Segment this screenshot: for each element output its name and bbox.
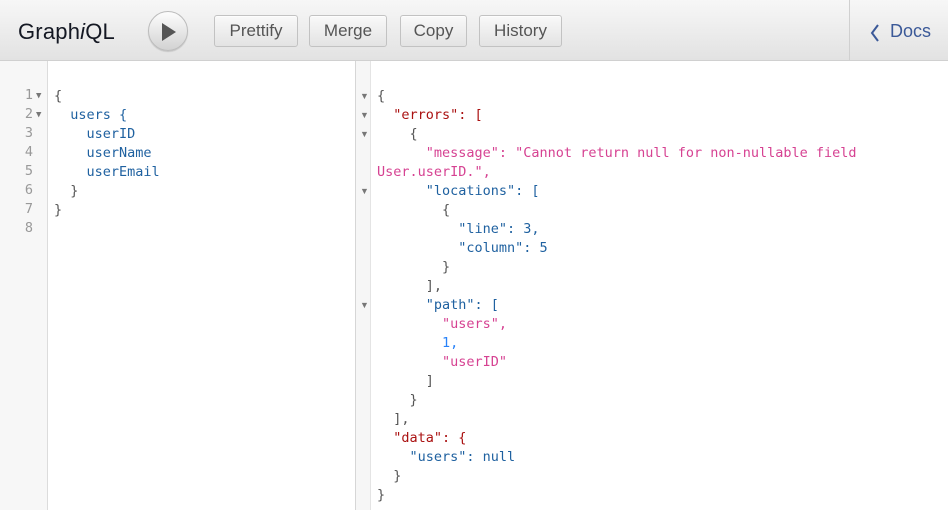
result-line: "userID": [377, 354, 508, 370]
code-line: }: [54, 183, 79, 199]
result-line: "users",: [377, 316, 508, 332]
result-line: "path": [: [377, 297, 499, 313]
history-button[interactable]: History: [479, 15, 562, 47]
logo-text-pre: Graph: [18, 19, 81, 44]
query-code: { users { userID userName userEmail } }: [54, 61, 160, 221]
fold-marker-icon[interactable]: ▼: [36, 91, 41, 101]
result-line: ],: [377, 278, 443, 294]
code-line: userEmail: [54, 164, 160, 180]
result-line: {: [377, 88, 386, 104]
line-number: 2: [24, 106, 33, 122]
docs-button[interactable]: Docs: [850, 0, 948, 61]
fold-marker-icon[interactable]: ▼: [360, 110, 369, 120]
code-line: users {: [54, 107, 128, 123]
code-line: userName: [54, 145, 152, 161]
query-editor[interactable]: 1 2 3 4 5 6 7 8 ▼ ▼ { users { userID use…: [0, 61, 355, 510]
result-line: {: [377, 126, 418, 142]
result-line: 1,: [377, 335, 459, 351]
logo-text-post: QL: [85, 19, 115, 44]
fold-marker-icon[interactable]: ▼: [360, 129, 369, 139]
prettify-button[interactable]: Prettify: [214, 15, 298, 47]
execute-query-button[interactable]: [148, 11, 188, 51]
line-number: 3: [24, 125, 33, 141]
code-line: userID: [54, 126, 136, 142]
play-icon: [162, 23, 176, 41]
merge-button[interactable]: Merge: [309, 15, 387, 47]
line-number: 5: [24, 163, 33, 179]
result-line: User.userID.",: [377, 164, 491, 180]
result-line: }: [377, 392, 418, 408]
result-line: {: [377, 202, 451, 218]
result-line: }: [377, 468, 402, 484]
line-number: 1: [24, 87, 33, 103]
chevron-left-icon: [870, 24, 879, 42]
copy-button[interactable]: Copy: [400, 15, 467, 47]
fold-marker-icon[interactable]: ▼: [360, 300, 369, 310]
result-line: ]: [377, 373, 434, 389]
result-line: ],: [377, 411, 410, 427]
result-line: "line": 3,: [377, 221, 540, 237]
docs-label: Docs: [890, 21, 932, 41]
result-viewer: { "errors": [ { "message": "Cannot retur…: [371, 61, 948, 510]
toolbar: GraphiQL Prettify Merge Copy History Doc…: [0, 0, 948, 61]
result-line: "data": {: [377, 430, 467, 446]
line-number: 6: [24, 182, 33, 198]
fold-marker-icon[interactable]: ▼: [360, 186, 369, 196]
line-number: 4: [24, 144, 33, 160]
fold-marker-icon[interactable]: ▼: [360, 91, 369, 101]
result-line: "users": null: [377, 449, 516, 465]
graphiql-logo: GraphiQL: [18, 19, 115, 45]
result-line: "column": 5: [377, 240, 548, 256]
code-line: {: [54, 88, 63, 104]
result-line: }: [377, 259, 451, 275]
result-line: }: [377, 487, 386, 503]
result-line: "locations": [: [377, 183, 540, 199]
line-number: 7: [24, 201, 33, 217]
fold-marker-icon[interactable]: ▼: [36, 110, 41, 120]
line-number: 8: [24, 220, 33, 236]
result-line: "message": "Cannot return null for non-n…: [377, 145, 857, 161]
result-line: "errors": [: [377, 107, 483, 123]
code-line: }: [54, 202, 63, 218]
